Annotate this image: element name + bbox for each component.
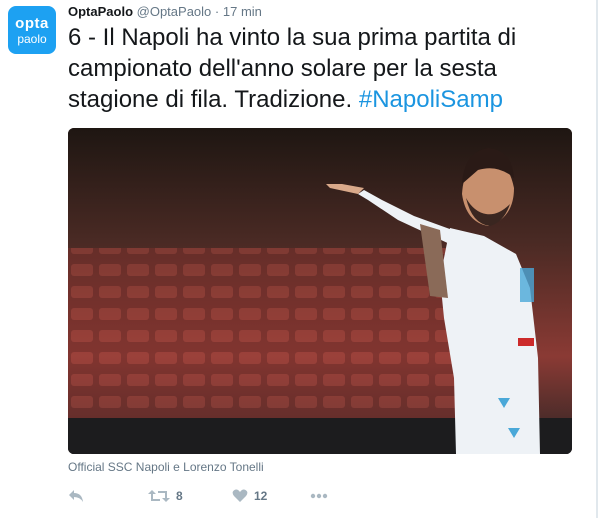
author-name[interactable]: OptaPaolo bbox=[68, 4, 133, 19]
retweet-button[interactable]: 8 bbox=[148, 484, 183, 508]
tweet-header: OptaPaolo @OptaPaolo · 17 min bbox=[68, 4, 262, 19]
reply-icon bbox=[68, 489, 84, 503]
separator-dot: · bbox=[214, 4, 220, 19]
tweet-photo[interactable] bbox=[68, 128, 572, 454]
more-button[interactable] bbox=[310, 484, 328, 508]
hashtag-link[interactable]: #NapoliSamp bbox=[359, 86, 503, 113]
retweet-icon bbox=[148, 489, 170, 503]
avatar-logo-line2: paolo bbox=[17, 31, 47, 46]
avatar[interactable]: opta paolo bbox=[8, 6, 56, 54]
photo-credit[interactable]: Official SSC Napoli e Lorenzo Tonelli bbox=[68, 460, 264, 474]
heart-icon bbox=[232, 489, 248, 503]
like-button[interactable]: 12 bbox=[232, 484, 267, 508]
author-handle[interactable]: @OptaPaolo bbox=[137, 4, 212, 19]
timestamp[interactable]: 17 min bbox=[223, 4, 262, 19]
tweet[interactable]: opta paolo OptaPaolo @OptaPaolo · 17 min… bbox=[0, 0, 598, 518]
tweet-text: 6 - Il Napoli ha vinto la sua prima part… bbox=[68, 22, 588, 115]
photo-football-player-celebrating bbox=[68, 128, 572, 454]
more-icon bbox=[310, 493, 328, 499]
retweet-count: 8 bbox=[176, 489, 183, 503]
action-bar: 8 12 bbox=[68, 484, 368, 508]
avatar-logo-line1: opta bbox=[15, 14, 49, 32]
reply-button[interactable] bbox=[68, 484, 84, 508]
like-count: 12 bbox=[254, 489, 268, 503]
